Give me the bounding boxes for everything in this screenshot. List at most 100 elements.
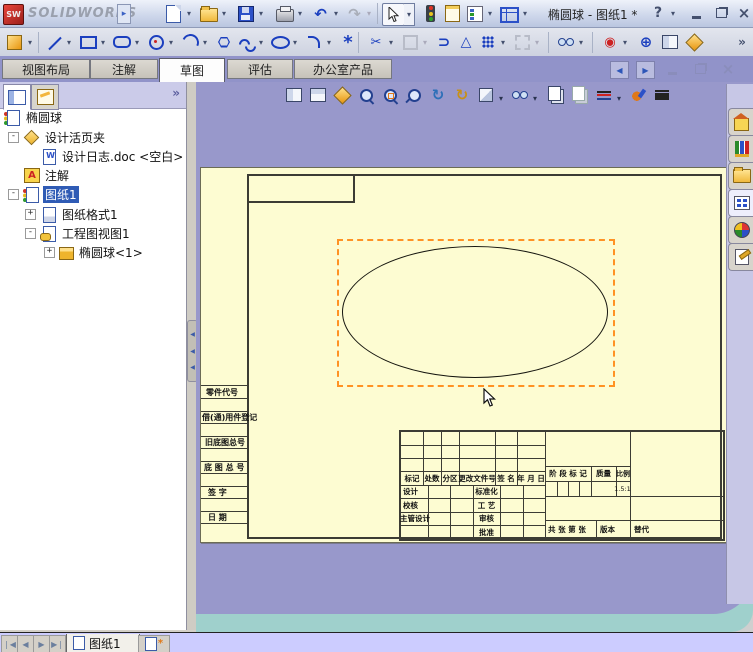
redo-button[interactable]: ↷ <box>344 3 365 24</box>
panel-overflow-button[interactable]: » <box>172 86 180 100</box>
line-dropdown[interactable]: ▾ <box>64 32 74 53</box>
add-sheet-button[interactable]: * <box>138 635 170 652</box>
redo-dropdown[interactable]: ▾ <box>364 3 374 24</box>
collapse-right-panel-button[interactable]: ▶ <box>636 61 655 79</box>
line-format-dropdown[interactable]: ▾ <box>614 88 624 109</box>
rectangle-dropdown[interactable]: ▾ <box>98 32 108 53</box>
centerpoint-button[interactable]: ⊕ <box>636 32 656 52</box>
options-dropdown[interactable]: ▾ <box>485 3 495 24</box>
ellipse-dropdown[interactable]: ▾ <box>290 32 300 53</box>
display-relations-button[interactable] <box>556 32 576 52</box>
spline-dropdown[interactable]: ▾ <box>256 32 266 53</box>
undo-button[interactable]: ↶ <box>310 3 331 24</box>
line-button[interactable] <box>44 32 64 52</box>
options-button[interactable] <box>464 3 485 24</box>
expander-icon[interactable]: - <box>8 132 19 143</box>
pattern-dropdown[interactable]: ▾ <box>498 32 508 53</box>
tree-item-sheet1[interactable]: - 图纸1 <box>0 185 79 204</box>
tile-vertical-button[interactable] <box>308 85 328 105</box>
ellipse-button[interactable] <box>270 32 290 52</box>
polygon-button[interactable] <box>214 32 234 52</box>
help-button[interactable]: ? <box>648 5 668 21</box>
print-button[interactable] <box>274 3 295 24</box>
trim-dropdown[interactable]: ▾ <box>386 32 396 53</box>
expander-icon[interactable]: - <box>8 189 19 200</box>
tree-item-design-binder[interactable]: - 设计活页夹 <box>0 128 107 147</box>
mirror-entities-button[interactable]: △ <box>456 32 476 52</box>
offset-entities-button[interactable]: ⊃ <box>434 32 454 52</box>
circle-dropdown[interactable]: ▾ <box>166 32 176 53</box>
view-orientation-dropdown[interactable]: ▾ <box>496 88 506 109</box>
save-button[interactable] <box>235 3 256 24</box>
last-sheet-button[interactable]: ▶❘ <box>49 635 66 652</box>
display-style-dropdown[interactable]: ▾ <box>530 88 540 109</box>
tab-design-library[interactable] <box>728 135 753 163</box>
slot-button[interactable] <box>112 32 132 52</box>
paste-button[interactable] <box>570 85 590 105</box>
close-button[interactable]: × <box>734 4 753 22</box>
rotate-view-button[interactable]: ↻ <box>452 85 472 105</box>
tab-sketch[interactable]: 草图 <box>159 58 225 82</box>
circle-button[interactable] <box>146 32 166 52</box>
table-dropdown[interactable]: ▾ <box>520 3 530 24</box>
file-properties-button[interactable] <box>442 3 463 24</box>
zoom-in-out-button[interactable] <box>404 85 424 105</box>
trim-entities-button[interactable]: ✂ <box>366 32 386 52</box>
next-sheet-button[interactable]: ▶ <box>33 635 50 652</box>
collapse-left-panel-button[interactable]: ◀ <box>610 61 629 79</box>
spline-button[interactable] <box>236 32 256 52</box>
dimension-button[interactable] <box>660 32 680 52</box>
linear-pattern-button[interactable] <box>478 32 498 52</box>
refresh-view-button[interactable]: ↻ <box>428 85 448 105</box>
ellipse-geometry[interactable] <box>342 246 608 378</box>
help-dropdown[interactable]: ▾ <box>668 3 678 24</box>
tab-file-explorer[interactable] <box>728 162 753 190</box>
undo-dropdown[interactable]: ▾ <box>331 3 341 24</box>
featuremanager-tab[interactable] <box>3 84 31 110</box>
convert-dropdown[interactable]: ▾ <box>420 32 430 53</box>
tree-item-part-ellipsoid[interactable]: + 椭圆球<1> <box>0 243 145 262</box>
menu-pin-button[interactable]: ▸ <box>117 4 131 24</box>
tab-office-products[interactable]: 办公室产品 <box>294 59 392 79</box>
slot-dropdown[interactable]: ▾ <box>132 32 142 53</box>
tile-horizontal-button[interactable] <box>284 85 304 105</box>
propertymanager-tab[interactable] <box>31 84 59 110</box>
3d-drawing-view-button[interactable] <box>332 85 352 105</box>
open-dropdown[interactable]: ▾ <box>219 3 229 24</box>
tab-solidworks-resources[interactable] <box>728 108 753 136</box>
tab-custom-properties[interactable] <box>728 243 753 271</box>
point-button[interactable]: * <box>338 32 358 53</box>
line-format-button[interactable] <box>594 85 614 105</box>
toolbar-overflow-button[interactable]: » <box>732 32 752 52</box>
zoom-to-area-button[interactable] <box>380 85 400 105</box>
arc-button[interactable] <box>179 31 201 53</box>
doc-minimize-button[interactable] <box>662 61 682 77</box>
tree-item-annotations[interactable]: A 注解 <box>0 166 71 185</box>
snaps-dropdown[interactable]: ▾ <box>620 32 630 53</box>
restore-button[interactable] <box>711 5 731 21</box>
tree-item-sheet-format1[interactable]: + 图纸格式1 <box>0 205 120 224</box>
sketch-button[interactable] <box>4 32 24 52</box>
print-dropdown[interactable]: ▾ <box>295 3 305 24</box>
convert-entities-button[interactable] <box>400 32 420 52</box>
quick-snaps-button[interactable]: ◉ <box>600 32 620 52</box>
graphics-area[interactable]: ↻ ↻ ▾ ▾ ▾ 零件代号 借(通)用件登记 旧底图总号 底 图 总 号 签 … <box>196 82 753 632</box>
tab-view-layout[interactable]: 视图布局 <box>2 59 90 79</box>
expander-icon[interactable]: - <box>25 228 36 239</box>
relations-dropdown[interactable]: ▾ <box>576 32 586 53</box>
arc-dropdown[interactable]: ▾ <box>200 32 210 53</box>
rebuild-button[interactable] <box>420 3 441 24</box>
display-style-button[interactable] <box>510 85 530 105</box>
sketch-picture-button[interactable] <box>684 32 704 52</box>
new-dropdown[interactable]: ▾ <box>184 3 194 24</box>
expander-icon[interactable]: + <box>25 209 36 220</box>
sketch-dropdown[interactable]: ▾ <box>25 32 35 53</box>
open-button[interactable] <box>198 3 219 24</box>
fillet-dropdown[interactable]: ▾ <box>324 32 334 53</box>
zoom-to-fit-button[interactable] <box>356 85 376 105</box>
table-button[interactable] <box>499 3 520 24</box>
tree-item-root[interactable]: 椭圆球 <box>0 108 64 127</box>
save-dropdown[interactable]: ▾ <box>256 3 266 24</box>
new-document-button[interactable] <box>163 3 184 24</box>
previous-sheet-button[interactable]: ◀ <box>17 635 34 652</box>
